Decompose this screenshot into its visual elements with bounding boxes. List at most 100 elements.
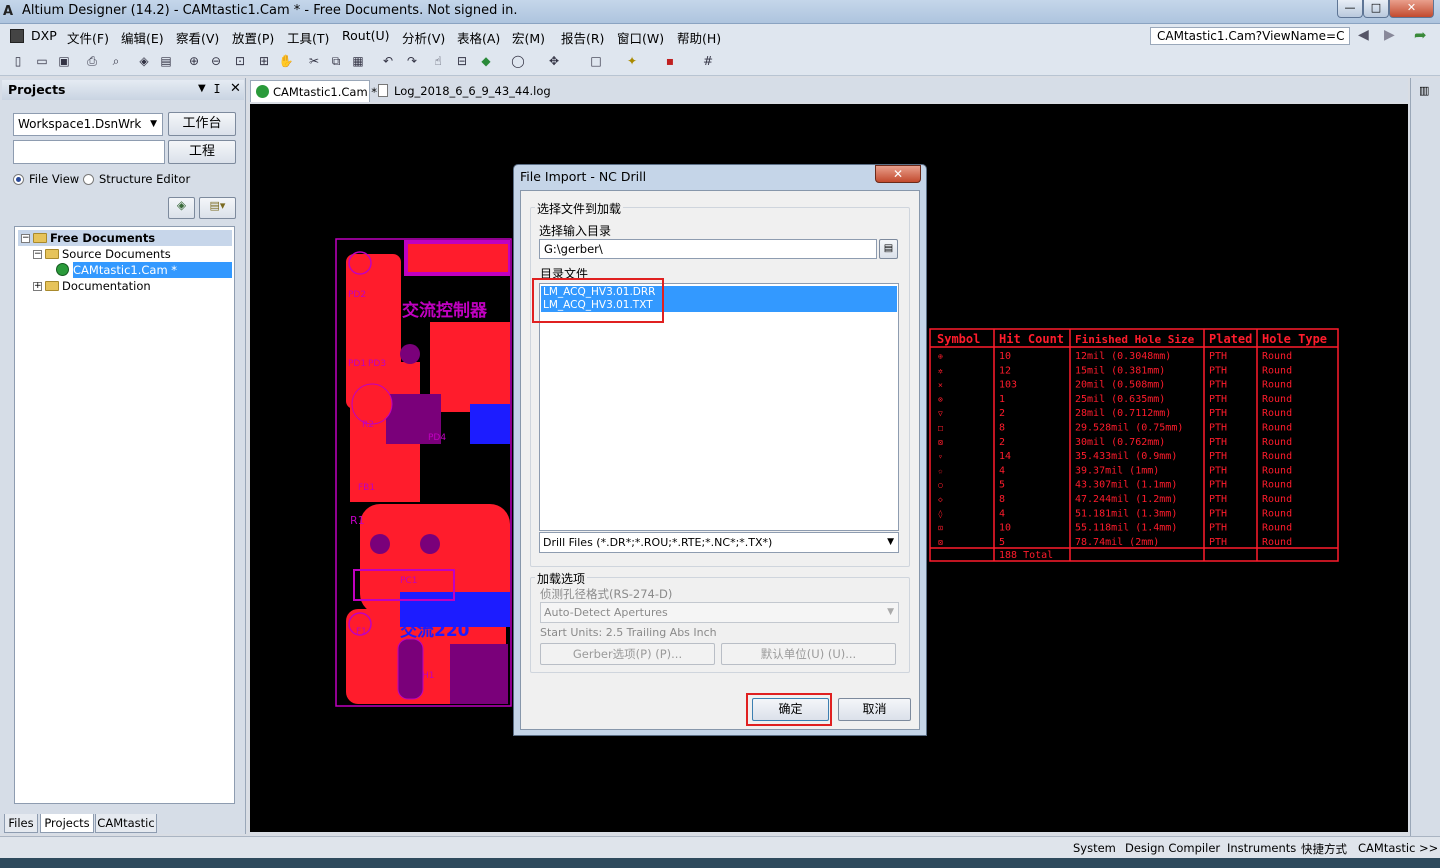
drill-cell: PTH bbox=[1209, 451, 1227, 462]
gerber-options-button[interactable]: Gerber选项(P) (P)... bbox=[540, 643, 715, 665]
open-icon[interactable]: ▭ bbox=[34, 53, 50, 69]
back-icon[interactable]: ◀ bbox=[1358, 27, 1369, 43]
cut-icon[interactable]: ✂ bbox=[306, 53, 322, 69]
redo-icon[interactable]: ↷ bbox=[404, 53, 420, 69]
menu-view[interactable]: 察看(V) bbox=[176, 28, 219, 47]
rectangle-icon[interactable]: □ bbox=[588, 53, 604, 69]
copy-icon[interactable]: ⧉ bbox=[328, 53, 344, 69]
save-icon[interactable]: ▣ bbox=[56, 53, 72, 69]
zoom-fit-icon[interactable]: ⊡ bbox=[232, 53, 248, 69]
copper-blue bbox=[470, 404, 510, 444]
pan-icon[interactable]: ✋ bbox=[278, 53, 294, 69]
dialog-close-button[interactable]: ✕ bbox=[875, 165, 921, 183]
status-camtastic[interactable]: CAMtastic bbox=[1358, 841, 1415, 855]
menu-place[interactable]: 放置(P) bbox=[232, 28, 274, 47]
cancel-button[interactable]: 取消 bbox=[838, 698, 911, 721]
menu-macro[interactable]: 宏(M) bbox=[512, 28, 545, 47]
aperture-select[interactable]: Auto-Detect Apertures ▼ bbox=[540, 602, 899, 623]
marker-icon[interactable]: ▪ bbox=[662, 53, 678, 69]
menu-file[interactable]: 文件(F) bbox=[67, 28, 109, 47]
folder-icon[interactable]: ▤ bbox=[158, 53, 174, 69]
dir-input[interactable]: G:\gerber\ bbox=[539, 239, 877, 259]
drill-cell: PTH bbox=[1209, 437, 1227, 448]
close-button[interactable]: ✕ bbox=[1389, 0, 1434, 18]
status-design-compiler[interactable]: Design Compiler bbox=[1125, 841, 1220, 855]
drc-icon[interactable]: ◆ bbox=[478, 53, 494, 69]
drill-cell: 30mil (0.762mm) bbox=[1075, 437, 1165, 448]
menu-dxp[interactable]: DXP bbox=[31, 28, 57, 43]
zoom-area-icon[interactable]: ⊞ bbox=[256, 53, 272, 69]
zoom-out-icon[interactable]: ⊖ bbox=[208, 53, 224, 69]
print-icon[interactable]: ⎙ bbox=[84, 53, 100, 69]
browse-button[interactable]: ▤ bbox=[879, 239, 898, 259]
address-field[interactable]: CAMtastic1.Cam?ViewName=C bbox=[1150, 27, 1350, 45]
menu-tables[interactable]: 表格(A) bbox=[457, 28, 500, 47]
drill-symbol-icon: ○ bbox=[938, 481, 943, 490]
pcb-label: PC1 bbox=[400, 576, 417, 586]
new-icon[interactable]: ▯ bbox=[10, 53, 26, 69]
zoom-in-icon[interactable]: ⊕ bbox=[186, 53, 202, 69]
project-field[interactable] bbox=[13, 140, 165, 164]
workspace-layers-button[interactable]: ◈ bbox=[168, 197, 195, 219]
expand-icon[interactable]: + bbox=[33, 282, 42, 291]
drill-cell: 1 bbox=[999, 394, 1005, 405]
panel-menu-icon[interactable]: ▼ bbox=[198, 83, 206, 94]
drill-cell: PTH bbox=[1209, 394, 1227, 405]
forward-icon[interactable]: ▶ bbox=[1384, 27, 1395, 43]
drill-cell: PTH bbox=[1209, 380, 1227, 391]
menu-analysis[interactable]: 分析(V) bbox=[402, 28, 445, 47]
drill-symbol-icon: ▿ bbox=[938, 452, 943, 461]
workspace-button[interactable]: 工作台 bbox=[168, 112, 236, 136]
component-icon[interactable]: ⊟ bbox=[454, 53, 470, 69]
print-preview-icon[interactable]: ⌕ bbox=[108, 53, 124, 69]
radio-structure-editor[interactable] bbox=[83, 174, 94, 185]
tab-files[interactable]: Files bbox=[4, 814, 38, 833]
group-select-label: 选择文件到加载 bbox=[535, 200, 624, 217]
menu-edit[interactable]: 编辑(E) bbox=[121, 28, 164, 47]
menu-tools[interactable]: 工具(T) bbox=[287, 28, 329, 47]
panel-close-icon[interactable]: ✕ bbox=[230, 81, 241, 96]
tab-log-doc[interactable]: Log_2018_6_6_9_43_44.log bbox=[372, 80, 551, 102]
grid-icon[interactable]: # bbox=[700, 53, 716, 69]
maximize-button[interactable]: □ bbox=[1363, 0, 1389, 18]
tab-projects[interactable]: Projects bbox=[40, 814, 94, 833]
pcb-label: PD1 bbox=[348, 359, 366, 369]
status-more[interactable]: >> bbox=[1419, 841, 1438, 855]
workspace-select[interactable]: Workspace1.DsnWrk ▼ bbox=[13, 113, 163, 136]
layers-icon[interactable]: ◈ bbox=[136, 53, 152, 69]
tab-camtastic-doc[interactable]: CAMtastic1.Cam * bbox=[250, 80, 377, 102]
default-units-button[interactable]: 默认单位(U) (U)... bbox=[721, 643, 896, 665]
side-panel-icon[interactable]: ▥ bbox=[1419, 84, 1429, 97]
paste-icon[interactable]: ▦ bbox=[350, 53, 366, 69]
pin-icon[interactable]: ⵊ bbox=[214, 82, 220, 96]
project-options-button[interactable]: ▤▾ bbox=[199, 197, 236, 219]
tree-free-documents[interactable]: Free Documents bbox=[33, 230, 155, 246]
menu-reports[interactable]: 报告(R) bbox=[561, 28, 604, 47]
collapse-icon[interactable]: − bbox=[21, 234, 30, 243]
tree-camtastic-file[interactable]: CAMtastic1.Cam * bbox=[56, 262, 177, 278]
filter-select[interactable]: Drill Files (*.DR*;*.ROU;*.RTE;*.NC*;*.T… bbox=[539, 532, 899, 553]
status-instruments[interactable]: Instruments bbox=[1227, 841, 1296, 855]
wand-icon[interactable]: ✦ bbox=[624, 53, 640, 69]
status-shortcuts[interactable]: 快捷方式 bbox=[1301, 841, 1347, 857]
undo-icon[interactable]: ↶ bbox=[380, 53, 396, 69]
tree-source-documents[interactable]: Source Documents bbox=[45, 246, 171, 262]
menu-rout[interactable]: Rout(U) bbox=[342, 28, 390, 43]
move-icon[interactable]: ✥ bbox=[546, 53, 562, 69]
radio-file-view[interactable] bbox=[13, 174, 24, 185]
project-button[interactable]: 工程 bbox=[168, 140, 236, 164]
drill-symbol-icon: ⊗ bbox=[938, 395, 943, 404]
lasso-icon[interactable]: ◯ bbox=[510, 53, 526, 69]
drill-cell: 28mil (0.7112mm) bbox=[1075, 408, 1171, 419]
select-icon[interactable]: ☝ bbox=[430, 53, 446, 69]
tab-camtastic[interactable]: CAMtastic bbox=[95, 814, 157, 833]
navigate-icon[interactable]: ➦ bbox=[1414, 26, 1427, 44]
menu-window[interactable]: 窗口(W) bbox=[617, 28, 664, 47]
pcb-label: R2 bbox=[362, 420, 374, 430]
menu-help[interactable]: 帮助(H) bbox=[677, 28, 721, 47]
tree-documentation[interactable]: Documentation bbox=[45, 278, 151, 294]
folder-icon: ▤▾ bbox=[209, 199, 226, 212]
status-system[interactable]: System bbox=[1073, 841, 1116, 855]
minimize-button[interactable]: — bbox=[1337, 0, 1363, 18]
collapse-icon[interactable]: − bbox=[33, 250, 42, 259]
